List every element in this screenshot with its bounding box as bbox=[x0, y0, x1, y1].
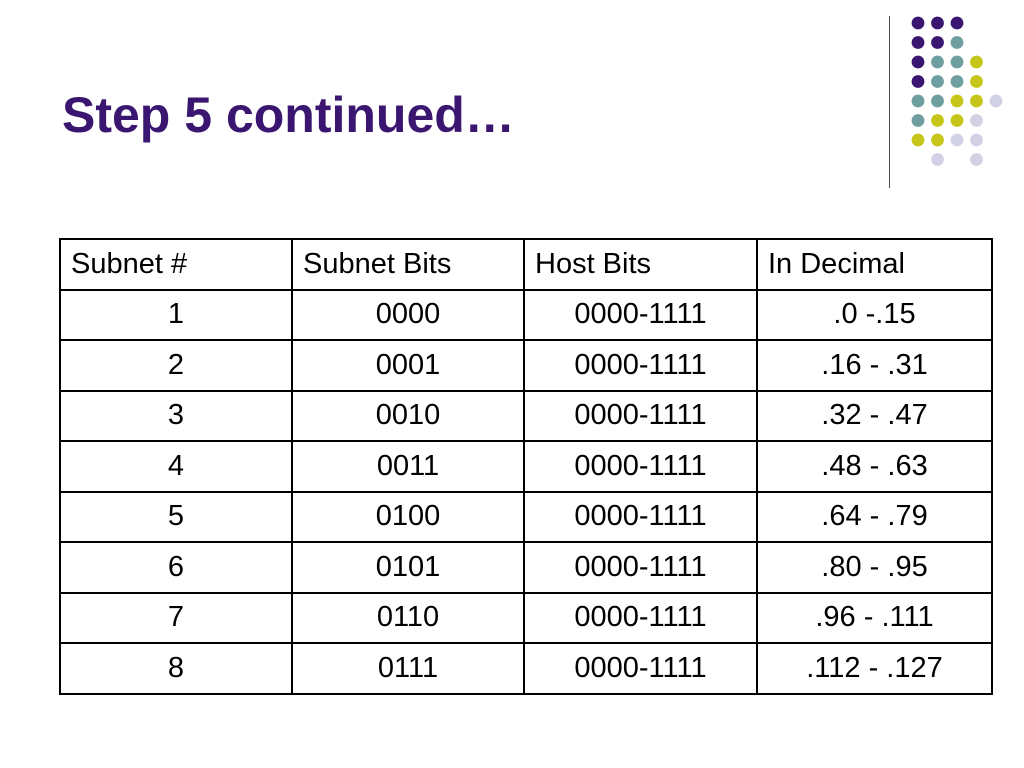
decorative-dot-purple bbox=[950, 16, 964, 30]
cell-subnet-bits: 0010 bbox=[291, 389, 525, 442]
cell-subnet-bits: 0001 bbox=[291, 339, 525, 392]
table-row: 3 0010 0000-1111 .32 - .47 bbox=[59, 389, 993, 442]
cell-subnet-number: 2 bbox=[59, 339, 293, 392]
cell-in-decimal: .80 - .95 bbox=[756, 541, 993, 594]
decorative-dot-purple bbox=[911, 55, 925, 69]
decorative-dot-purple bbox=[911, 36, 925, 49]
cell-host-bits: 0000-1111 bbox=[523, 389, 758, 442]
decorative-dot-purple bbox=[931, 16, 944, 30]
header-subnet-number: Subnet # bbox=[59, 238, 293, 291]
cell-in-decimal: .16 - .31 bbox=[756, 339, 993, 392]
cell-in-decimal: .0 -.15 bbox=[756, 288, 993, 341]
decorative-dot-yellow bbox=[970, 94, 983, 108]
cell-host-bits: 0000-1111 bbox=[523, 288, 758, 341]
table-row: 5 0100 0000-1111 .64 - .79 bbox=[59, 490, 993, 543]
subnet-table: Subnet # Subnet Bits Host Bits In Decima… bbox=[59, 238, 993, 695]
cell-host-bits: 0000-1111 bbox=[523, 541, 758, 594]
cell-in-decimal: .112 - .127 bbox=[756, 642, 993, 695]
slide: Step 5 continued… Subnet # Subnet Bits H… bbox=[0, 0, 1024, 768]
cell-subnet-bits: 0100 bbox=[291, 490, 525, 543]
cell-subnet-bits: 0101 bbox=[291, 541, 525, 594]
table-row: 1 0000 0000-1111 .0 -.15 bbox=[59, 288, 993, 341]
cell-in-decimal: .64 - .79 bbox=[756, 490, 993, 543]
cell-subnet-number: 7 bbox=[59, 591, 293, 644]
decorative-dot-teal bbox=[911, 94, 925, 108]
cell-subnet-bits: 0110 bbox=[291, 591, 525, 644]
cell-host-bits: 0000-1111 bbox=[523, 440, 758, 493]
title-divider bbox=[889, 16, 890, 188]
decorative-dot-purple bbox=[931, 36, 944, 49]
header-subnet-bits: Subnet Bits bbox=[291, 238, 525, 291]
slide-title: Step 5 continued… bbox=[62, 87, 515, 143]
decorative-dot-yellow bbox=[970, 55, 983, 69]
decorative-dot-lavender bbox=[970, 133, 983, 147]
decorative-dot-purple bbox=[911, 16, 925, 30]
table-row: 2 0001 0000-1111 .16 - .31 bbox=[59, 339, 993, 392]
decorative-dot-lavender bbox=[950, 133, 964, 147]
table-header-row: Subnet # Subnet Bits Host Bits In Decima… bbox=[59, 238, 993, 291]
table-row: 7 0110 0000-1111 .96 - .111 bbox=[59, 591, 993, 644]
decorative-dot-teal bbox=[950, 75, 964, 88]
decorative-dot-yellow bbox=[931, 114, 944, 127]
cell-host-bits: 0000-1111 bbox=[523, 339, 758, 392]
cell-in-decimal: .48 - .63 bbox=[756, 440, 993, 493]
decorative-dot-teal bbox=[931, 75, 944, 88]
cell-subnet-bits: 0011 bbox=[291, 440, 525, 493]
decorative-dot-teal bbox=[931, 94, 944, 108]
table-row: 4 0011 0000-1111 .48 - .63 bbox=[59, 440, 993, 493]
decorative-dot-yellow bbox=[911, 133, 925, 147]
decorative-dot-yellow bbox=[931, 133, 944, 147]
decorative-dot-teal bbox=[911, 114, 925, 127]
cell-host-bits: 0000-1111 bbox=[523, 490, 758, 543]
decorative-dot-teal bbox=[950, 36, 964, 49]
cell-subnet-bits: 0000 bbox=[291, 288, 525, 341]
table-row: 8 0111 0000-1111 .112 - .127 bbox=[59, 642, 993, 695]
header-in-decimal: In Decimal bbox=[756, 238, 993, 291]
cell-subnet-bits: 0111 bbox=[291, 642, 525, 695]
decorative-dot-yellow bbox=[970, 75, 983, 88]
cell-subnet-number: 5 bbox=[59, 490, 293, 543]
decorative-dot-teal bbox=[950, 55, 964, 69]
cell-in-decimal: .32 - .47 bbox=[756, 389, 993, 442]
table-row: 6 0101 0000-1111 .80 - .95 bbox=[59, 541, 993, 594]
decorative-dot-lavender bbox=[970, 153, 983, 166]
cell-subnet-number: 6 bbox=[59, 541, 293, 594]
cell-subnet-number: 8 bbox=[59, 642, 293, 695]
decorative-dot-lavender bbox=[931, 153, 944, 166]
cell-subnet-number: 1 bbox=[59, 288, 293, 341]
decorative-dot-teal bbox=[931, 55, 944, 69]
decorative-dot-yellow bbox=[950, 114, 964, 127]
cell-host-bits: 0000-1111 bbox=[523, 591, 758, 644]
decorative-dot-yellow bbox=[950, 94, 964, 108]
cell-subnet-number: 3 bbox=[59, 389, 293, 442]
cell-host-bits: 0000-1111 bbox=[523, 642, 758, 695]
decorative-dot-purple bbox=[911, 75, 925, 88]
cell-subnet-number: 4 bbox=[59, 440, 293, 493]
header-host-bits: Host Bits bbox=[523, 238, 758, 291]
decorative-dot-lavender bbox=[970, 114, 983, 127]
cell-in-decimal: .96 - .111 bbox=[756, 591, 993, 644]
decorative-dot-lavender bbox=[989, 94, 1003, 108]
